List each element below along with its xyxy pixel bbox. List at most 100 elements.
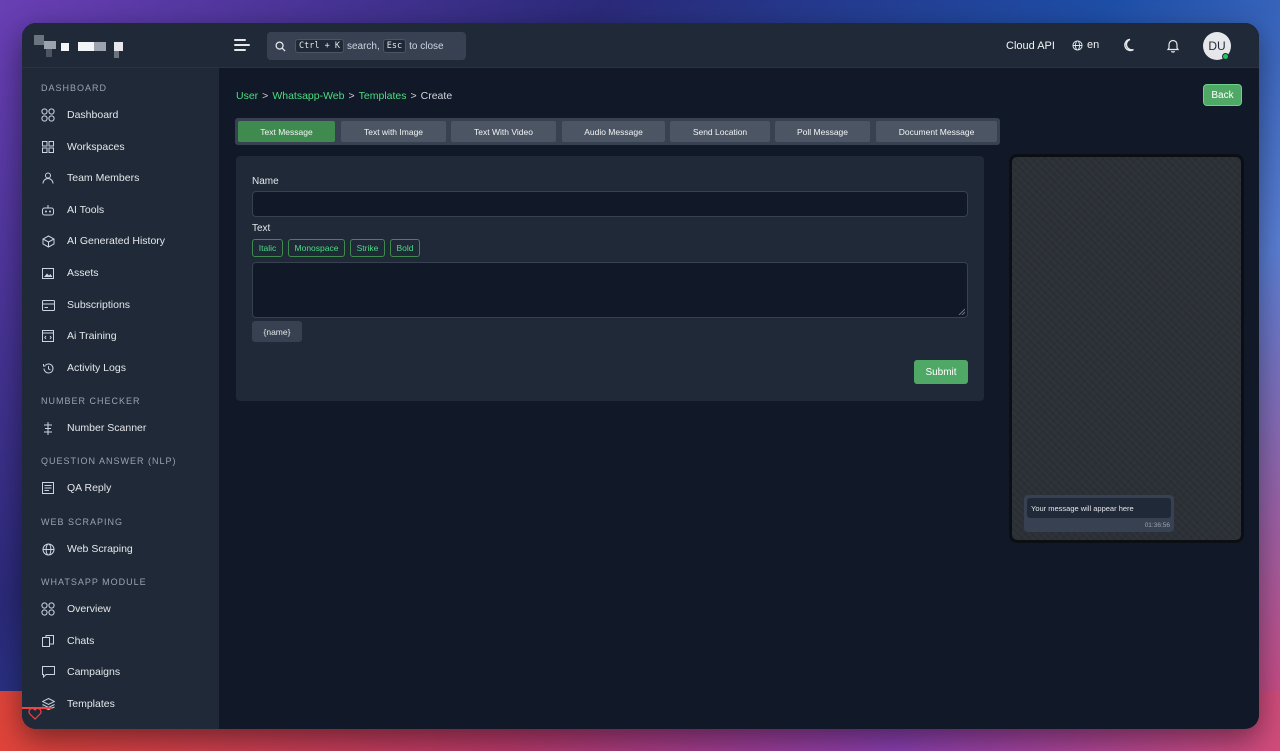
bold-button[interactable]: Bold [390, 239, 420, 257]
sidebar-item-label: Campaigns [67, 666, 121, 678]
cloud-api-link[interactable]: Cloud API [1006, 40, 1055, 52]
bell-icon[interactable] [1166, 38, 1180, 58]
code-window-icon [41, 329, 55, 343]
cube-icon [41, 234, 55, 248]
text-label: Text [252, 223, 271, 234]
sidebar-item-label: Subscriptions [67, 299, 131, 311]
monospace-button[interactable]: Monospace [288, 239, 345, 257]
sidebar-item-subscriptions[interactable]: Subscriptions [41, 295, 130, 315]
sidebar-item-label: Assets [67, 267, 99, 279]
sidebar-item-team-members[interactable]: Team Members [41, 168, 139, 188]
tab-text-with-image[interactable]: Text with Image [341, 121, 446, 142]
search-shortcut-key: Ctrl + K [295, 39, 344, 53]
preview-message-bubble: Your message will appear here 01:36:56 [1024, 495, 1174, 532]
close-shortcut-key: Esc [382, 39, 407, 53]
tab-audio-message[interactable]: Audio Message [562, 121, 665, 142]
breadcrumb-templates[interactable]: Templates [359, 90, 407, 102]
sidebar-item-dashboard[interactable]: Dashboard [41, 105, 118, 125]
sidebar-item-label: Workspaces [67, 141, 125, 153]
breadcrumb-current: Create [420, 90, 453, 102]
sidebar-item-label: Templates [67, 698, 115, 710]
language-label: en [1087, 39, 1100, 51]
strike-button[interactable]: Strike [350, 239, 385, 257]
chat-wallpaper [1012, 157, 1241, 540]
sidebar-item-label: Web Scraping [67, 543, 133, 555]
online-status-dot [1222, 53, 1229, 60]
section-label-dashboard: DASHBOARD [41, 83, 108, 93]
name-label: Name [252, 176, 279, 187]
section-label-web-scraping: WEB SCRAPING [41, 517, 124, 527]
resize-handle-icon[interactable] [958, 308, 965, 315]
sidebar-item-templates[interactable]: Templates [41, 694, 115, 714]
globe-icon [1072, 39, 1083, 51]
breadcrumb-separator: > [410, 90, 417, 102]
sidebar-item-label: AI Generated History [67, 235, 166, 247]
breadcrumb-separator: > [262, 90, 269, 102]
dashboard-icon [41, 602, 55, 616]
sidebar-item-web-scraping[interactable]: Web Scraping [41, 539, 133, 559]
preview-message-time: 01:36:56 [1144, 522, 1170, 529]
tab-send-location[interactable]: Send Location [670, 121, 770, 142]
sidebar-item-assets[interactable]: Assets [41, 263, 99, 283]
history-icon [41, 361, 55, 375]
app-logo[interactable] [34, 35, 124, 59]
sidebar-item-ai-generated-history[interactable]: AI Generated History [41, 231, 165, 251]
language-selector[interactable]: en [1072, 39, 1099, 51]
grid-icon [41, 140, 55, 154]
message-icon [41, 665, 55, 679]
breadcrumb-whatsapp-web[interactable]: Whatsapp-Web [272, 90, 344, 102]
sidebar-item-label: Overview [67, 603, 111, 615]
robot-icon [41, 203, 55, 217]
tab-poll-message[interactable]: Poll Message [775, 121, 870, 142]
sidebar-item-label: QA Reply [67, 482, 112, 494]
globe-icon [41, 542, 55, 556]
message-textarea[interactable] [252, 262, 968, 318]
sidebar-item-number-scanner[interactable]: Number Scanner [41, 418, 146, 438]
search-box[interactable]: Ctrl + K search, Esc to close [267, 32, 466, 60]
sidebar-item-label: AI Tools [67, 204, 105, 216]
section-label-whatsapp: WHATSAPP MODULE [41, 577, 147, 587]
sidebar-item-label: Ai Training [67, 330, 117, 342]
sidebar-item-ai-tools[interactable]: AI Tools [41, 200, 104, 220]
app-window: Ctrl + K search, Esc to close Cloud API … [22, 23, 1259, 729]
tab-text-message[interactable]: Text Message [238, 121, 335, 142]
moon-icon[interactable] [1124, 38, 1138, 57]
image-icon [41, 266, 55, 280]
sidebar-item-workspaces[interactable]: Workspaces [41, 137, 125, 157]
sidebar-item-label: Chats [67, 635, 95, 647]
italic-button[interactable]: Italic [252, 239, 283, 257]
heart-logo-icon [28, 707, 42, 725]
back-button[interactable]: Back [1203, 84, 1242, 106]
scanner-icon [41, 421, 55, 435]
sidebar-item-activity-logs[interactable]: Activity Logs [41, 358, 126, 378]
search-hint-text: search, [346, 40, 380, 52]
search-icon [275, 40, 286, 52]
template-form: Name Text Italic Monospace Strike Bold {… [236, 156, 984, 401]
sidebar-item-label: Dashboard [67, 109, 119, 121]
menu-toggle-icon[interactable] [234, 38, 250, 52]
chats-icon [41, 634, 55, 648]
sidebar-item-label: Team Members [67, 172, 140, 184]
submit-button[interactable]: Submit [914, 360, 968, 384]
insert-name-variable-button[interactable]: {name} [252, 321, 302, 342]
document-icon [41, 481, 55, 495]
close-hint-text: to close [409, 40, 444, 52]
sidebar-item-chats[interactable]: Chats [41, 631, 94, 651]
sidebar-item-overview[interactable]: Overview [41, 599, 111, 619]
card-icon [41, 298, 55, 312]
tab-text-with-video[interactable]: Text With Video [451, 121, 556, 142]
preview-message-text: Your message will appear here [1027, 498, 1171, 518]
sidebar-item-ai-training[interactable]: Ai Training [41, 326, 117, 346]
dashboard-icon [41, 108, 55, 122]
section-label-number-checker: NUMBER CHECKER [41, 396, 141, 406]
tab-document-message[interactable]: Document Message [876, 121, 997, 142]
sidebar-item-campaigns[interactable]: Campaigns [41, 662, 120, 682]
breadcrumb-user[interactable]: User [236, 90, 258, 102]
name-input[interactable] [252, 191, 968, 217]
user-icon [41, 171, 55, 185]
breadcrumb: User > Whatsapp-Web > Templates > Create [236, 90, 452, 102]
message-type-tabs: Text Message Text with Image Text With V… [235, 118, 1000, 145]
sidebar-item-qa-reply[interactable]: QA Reply [41, 478, 111, 498]
sidebar-item-label: Activity Logs [67, 362, 126, 374]
section-label-qa: QUESTION ANSWER (NLP) [41, 456, 177, 466]
